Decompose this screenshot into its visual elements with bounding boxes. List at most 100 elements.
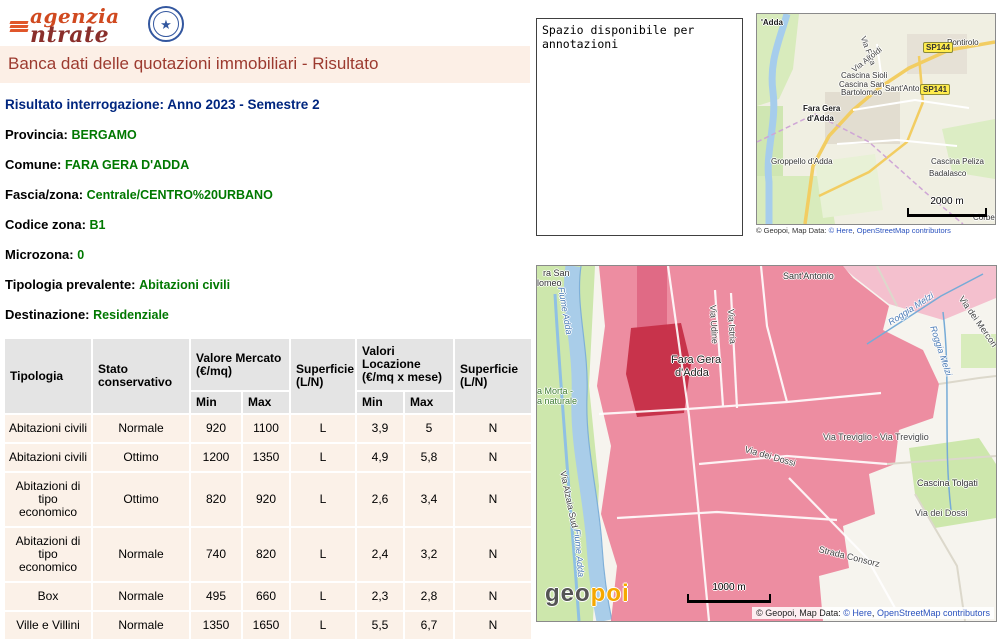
table-cell: L (291, 583, 355, 610)
table-cell: 2,3 (357, 583, 403, 610)
table-cell: N (455, 583, 531, 610)
field-value: B1 (90, 218, 106, 232)
table-cell: Ville e Villini (5, 612, 91, 639)
table-cell: N (455, 612, 531, 639)
zone-map[interactable]: ra SanlomeoSant'AntonioRoggia MelziRoggi… (536, 265, 997, 622)
table-cell: L (291, 612, 355, 639)
table-cell: 660 (243, 583, 289, 610)
table-cell: Box (5, 583, 91, 610)
quotations-table: Tipologia Stato conservativo Valore Merc… (3, 337, 533, 641)
agenzia-entrate-logo: agenzia ntrate ★ (8, 4, 188, 48)
table-cell: N (455, 528, 531, 581)
table-cell: 1100 (243, 415, 289, 442)
table-row: Abitazioni di tipo economico Normale 740… (5, 528, 531, 581)
col-header-superficie-1: Superficie (L/N) (291, 339, 355, 413)
field-label: Provincia: (5, 127, 68, 142)
geopoi-logo-geo: geo (545, 580, 591, 607)
table-cell: 1350 (243, 444, 289, 471)
result-query-title: Risultato interrogazione: Anno 2023 - Se… (5, 97, 530, 112)
table-cell: Normale (93, 612, 189, 639)
table-cell: 6,7 (405, 612, 453, 639)
subheader-max: Max (243, 392, 289, 413)
zone-map-attribution: © Geopoi, Map Data: © Here, OpenStreetMa… (752, 607, 994, 619)
field-label: Codice zona: (5, 217, 86, 232)
page-title: Banca dati delle quotazioni immobiliari … (0, 46, 530, 83)
table-cell: 495 (191, 583, 241, 610)
field-value: BERGAMO (71, 128, 136, 142)
field-codice-zona: Codice zona: B1 (5, 217, 530, 232)
table-cell: L (291, 528, 355, 581)
col-header-stato: Stato conservativo (93, 339, 189, 413)
field-value: 0 (77, 248, 84, 262)
field-label: Tipologia prevalente: (5, 277, 136, 292)
scale-text: 2000 m (907, 196, 987, 207)
table-row: Abitazioni civili Ottimo 1200 1350 L 4,9… (5, 444, 531, 471)
field-tipologia-prevalente: Tipologia prevalente: Abitazioni civili (5, 277, 530, 292)
here-link[interactable]: © Here (829, 226, 853, 235)
scale-text: 1000 m (687, 582, 771, 593)
table-row: Box Normale 495 660 L 2,3 2,8 N (5, 583, 531, 610)
overview-map[interactable]: 'AddaPontiroloSP144Via FaraVia AiroldiCa… (756, 13, 996, 225)
table-cell: N (455, 473, 531, 526)
table-cell: 3,4 (405, 473, 453, 526)
logo-word-ntrate: ntrate (30, 22, 109, 48)
field-label: Comune: (5, 157, 61, 172)
field-label: Fascia/zona: (5, 187, 83, 202)
table-cell: 2,6 (357, 473, 403, 526)
attribution-text: © Geopoi, Map Data: (756, 608, 843, 618)
overview-map-scale: 2000 m (907, 196, 987, 217)
table-cell: 1650 (243, 612, 289, 639)
table-cell: 2,8 (405, 583, 453, 610)
field-value: Centrale/CENTRO%20URBANO (87, 188, 273, 202)
zone-map-scale: 1000 m (687, 582, 771, 603)
field-label: Destinazione: (5, 307, 90, 322)
stylized-e-icon (10, 20, 28, 36)
table-cell: 4,9 (357, 444, 403, 471)
table-cell: L (291, 444, 355, 471)
field-comune: Comune: FARA GERA D'ADDA (5, 157, 530, 172)
table-cell: 820 (191, 473, 241, 526)
table-cell: 2,4 (357, 528, 403, 581)
table-cell: 5,8 (405, 444, 453, 471)
attribution-text: © Geopoi, Map Data: (756, 226, 829, 235)
subheader-min: Min (191, 392, 241, 413)
table-cell: Ottimo (93, 444, 189, 471)
field-provincia: Provincia: BERGAMO (5, 127, 530, 142)
osm-link[interactable]: OpenStreetMap contributors (877, 608, 990, 618)
table-cell: L (291, 415, 355, 442)
geopoi-logo-poi: poi (591, 580, 630, 607)
zone-map-graphic (537, 266, 996, 621)
main-content: agenzia ntrate ★ Banca dati delle quotaz… (0, 0, 530, 641)
italy-emblem-icon: ★ (148, 6, 184, 42)
annotations-textarea[interactable]: Spazio disponibile per annotazioni (536, 18, 743, 236)
table-cell: 820 (243, 528, 289, 581)
table-row: Abitazioni di tipo economico Ottimo 820 … (5, 473, 531, 526)
scale-line (907, 208, 987, 217)
table-cell: N (455, 444, 531, 471)
overview-map-graphic (757, 14, 995, 224)
col-header-tipologia: Tipologia (5, 339, 91, 413)
osm-link[interactable]: OpenStreetMap contributors (857, 226, 951, 235)
here-link[interactable]: © Here (843, 608, 872, 618)
field-value: FARA GERA D'ADDA (65, 158, 189, 172)
table-cell: 920 (191, 415, 241, 442)
col-header-superficie-2: Superficie (L/N) (455, 339, 531, 413)
overview-map-attribution: © Geopoi, Map Data: © Here, OpenStreetMa… (756, 226, 996, 235)
table-cell: 5 (405, 415, 453, 442)
field-fascia-zona: Fascia/zona: Centrale/CENTRO%20URBANO (5, 187, 530, 202)
col-header-valore-mercato: Valore Mercato (€/mq) (191, 339, 289, 390)
table-cell: Ottimo (93, 473, 189, 526)
field-value: Residenziale (93, 308, 169, 322)
table-cell: N (455, 415, 531, 442)
table-cell: Normale (93, 583, 189, 610)
table-cell: 740 (191, 528, 241, 581)
geopoi-logo: geopoi (545, 580, 630, 608)
table-cell: Normale (93, 528, 189, 581)
subheader-max: Max (405, 392, 453, 413)
table-cell: 1200 (191, 444, 241, 471)
table-row: Ville e Villini Normale 1350 1650 L 5,5 … (5, 612, 531, 639)
field-value: Abitazioni civili (139, 278, 230, 292)
col-header-valori-locazione: Valori Locazione (€/mq x mese) (357, 339, 453, 390)
field-label: Microzona: (5, 247, 74, 262)
table-cell: 920 (243, 473, 289, 526)
